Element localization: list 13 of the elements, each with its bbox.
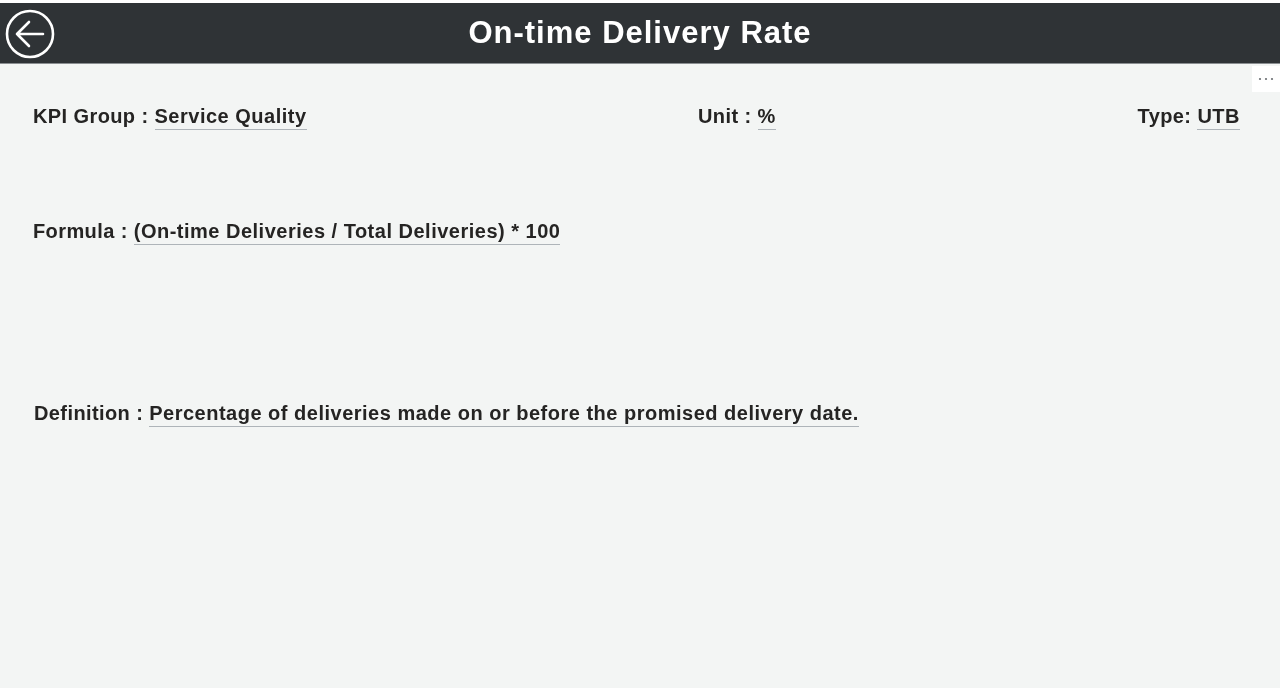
page-title: On-time Delivery Rate [468, 15, 812, 51]
field-value: UTB [1197, 105, 1240, 130]
formula-label: Formula : [33, 220, 128, 243]
field-label: Unit : [698, 105, 752, 128]
back-button[interactable] [5, 9, 55, 59]
field-label: KPI Group : [33, 105, 149, 128]
ellipsis-icon [1258, 77, 1274, 81]
field-value: % [757, 105, 776, 130]
field-value: Service Quality [154, 105, 307, 130]
formula-value: (On-time Deliveries / Total Deliveries) * 100 [133, 220, 561, 245]
definition-label: Definition : [34, 402, 144, 425]
definition-value: Percentage of deliveries made on or before the promised delivery date. [149, 402, 859, 427]
field-label: Type: [1137, 105, 1192, 128]
